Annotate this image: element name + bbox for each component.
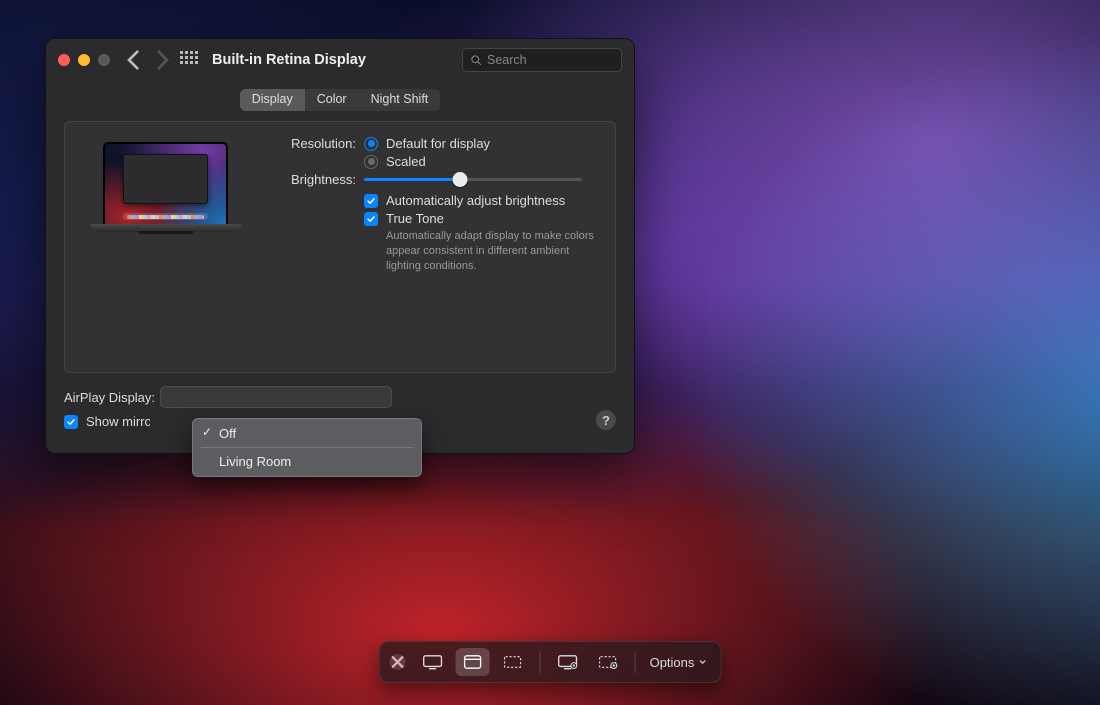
airplay-display-menu: Off Living Room (192, 418, 422, 477)
desktop-wallpaper: Built-in Retina Display Search Display C… (0, 0, 1100, 705)
selection-icon (502, 654, 524, 670)
nav-forward-button[interactable] (152, 50, 172, 70)
window-titlebar: Built-in Retina Display Search (46, 39, 634, 81)
record-entire-screen-button[interactable] (551, 648, 585, 676)
tab-display[interactable]: Display (240, 89, 305, 111)
brightness-label: Brightness: (272, 172, 356, 187)
help-button[interactable]: ? (596, 410, 616, 430)
airplay-menu-item-living-room[interactable]: Living Room (193, 451, 421, 472)
show-mirroring-checkbox[interactable] (64, 415, 78, 429)
screenshot-options-button[interactable]: Options (646, 655, 711, 670)
screen-icon (422, 654, 444, 670)
help-icon: ? (602, 413, 610, 428)
toolbar-divider (540, 651, 541, 673)
window-icon (462, 654, 484, 670)
resolution-scaled-radio[interactable] (364, 155, 378, 169)
record-screen-icon (557, 654, 579, 670)
check-icon (66, 417, 76, 427)
check-icon (366, 214, 376, 224)
capture-window-button[interactable] (456, 648, 490, 676)
brightness-slider[interactable] (364, 178, 582, 181)
true-tone-description: Automatically adapt display to make colo… (386, 229, 596, 274)
resolution-label: Resolution: (272, 136, 356, 151)
close-window-button[interactable] (58, 54, 70, 66)
resolution-scaled-label: Scaled (386, 154, 426, 169)
options-label: Options (650, 655, 695, 670)
chevron-down-icon (698, 658, 706, 666)
airplay-menu-item-off[interactable]: Off (193, 423, 421, 444)
laptop-preview-icon (103, 142, 228, 224)
close-icon (390, 654, 406, 670)
resolution-default-label: Default for display (386, 136, 490, 151)
search-input[interactable]: Search (462, 48, 622, 72)
displays-pref-window: Built-in Retina Display Search Display C… (45, 38, 635, 454)
menu-separator (201, 447, 413, 448)
screenshot-toolbar: Options (379, 641, 722, 683)
capture-entire-screen-button[interactable] (416, 648, 450, 676)
display-settings-panel: Resolution: Default for display Scaled B… (64, 121, 616, 373)
toolbar-divider (635, 651, 636, 673)
search-placeholder: Search (487, 53, 527, 67)
true-tone-label: True Tone (386, 211, 444, 226)
airplay-display-select[interactable] (160, 386, 392, 408)
tab-segmented-control: Display Color Night Shift (240, 89, 441, 111)
auto-brightness-checkbox[interactable] (364, 194, 378, 208)
auto-brightness-label: Automatically adjust brightness (386, 193, 565, 208)
screenshot-close-button[interactable] (390, 654, 406, 670)
search-icon (470, 54, 482, 66)
zoom-window-button[interactable] (98, 54, 110, 66)
resolution-default-radio[interactable] (364, 137, 378, 151)
minimize-window-button[interactable] (78, 54, 90, 66)
window-title: Built-in Retina Display (212, 52, 366, 68)
airplay-label: AirPlay Display: (64, 390, 152, 405)
show-all-prefs-button[interactable] (180, 51, 198, 69)
tab-color[interactable]: Color (305, 89, 359, 111)
nav-back-button[interactable] (124, 50, 144, 70)
capture-selection-button[interactable] (496, 648, 530, 676)
record-selection-button[interactable] (591, 648, 625, 676)
check-icon (366, 196, 376, 206)
window-traffic-lights (58, 54, 110, 66)
show-mirroring-label: Show mirrori (86, 414, 150, 429)
display-preview (83, 136, 248, 358)
tab-night-shift[interactable]: Night Shift (359, 89, 441, 111)
record-selection-icon (597, 654, 619, 670)
true-tone-checkbox[interactable] (364, 212, 378, 226)
